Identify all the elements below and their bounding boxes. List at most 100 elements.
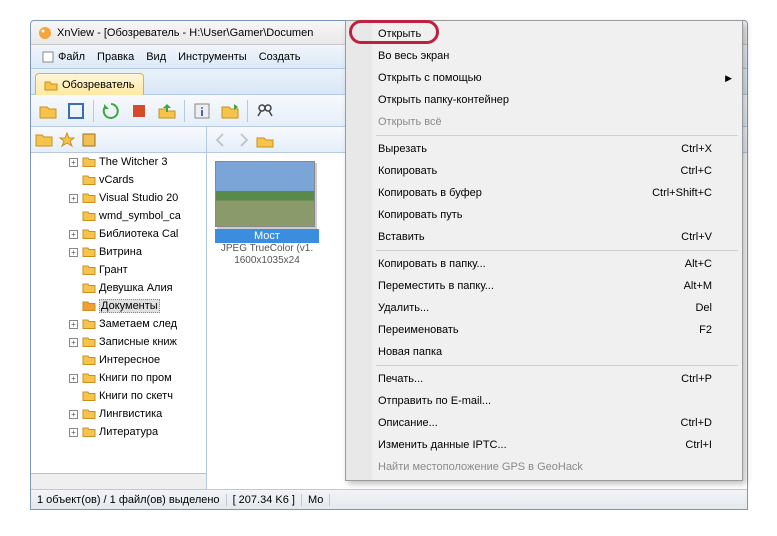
menu-item[interactable]: Отправить по E-mail... bbox=[348, 390, 740, 412]
tree-item-label: Записные книж bbox=[99, 336, 177, 348]
tree-hscroll[interactable] bbox=[31, 473, 206, 489]
menu-item: Открыть всё bbox=[348, 111, 740, 133]
menu-shortcut: Ctrl+I bbox=[685, 439, 712, 451]
tree-item-label: Книги по скетч bbox=[99, 390, 173, 402]
menu-item-label: Открыть всё bbox=[378, 116, 442, 128]
tb-stop[interactable] bbox=[126, 98, 152, 124]
menu-item-label: Копировать в папку... bbox=[378, 258, 486, 270]
tree-item[interactable]: + Лингвистика bbox=[69, 405, 206, 423]
menu-item[interactable]: Открыть с помощью▶ bbox=[348, 67, 740, 89]
tree-item[interactable]: Книги по скетч bbox=[69, 387, 206, 405]
tb-open2[interactable] bbox=[217, 98, 243, 124]
tb-open[interactable] bbox=[35, 98, 61, 124]
menu-item-label: Новая папка bbox=[378, 346, 442, 358]
folder-icon bbox=[44, 78, 58, 92]
tree-item[interactable]: +The Witcher 3 bbox=[69, 153, 206, 171]
tb2-cat-icon[interactable] bbox=[81, 132, 97, 148]
expand-icon[interactable]: + bbox=[69, 410, 78, 419]
tree-item[interactable]: vCards bbox=[69, 171, 206, 189]
expand-icon[interactable]: + bbox=[69, 158, 78, 167]
expand-icon[interactable]: + bbox=[69, 194, 78, 203]
expand-icon[interactable]: + bbox=[69, 338, 78, 347]
tree-item-label: Visual Studio 20 bbox=[99, 192, 178, 204]
context-menu: ОткрытьВо весь экранОткрыть с помощью▶От… bbox=[345, 20, 743, 481]
status-seg1: 1 объект(ов) / 1 файл(ов) выделено bbox=[31, 494, 227, 506]
menu-item[interactable]: Изменить данные IPTC...Ctrl+I bbox=[348, 434, 740, 456]
folder-icon bbox=[82, 390, 96, 402]
expand-icon[interactable]: + bbox=[69, 248, 78, 257]
expand-icon[interactable]: + bbox=[69, 428, 78, 437]
folder-icon bbox=[82, 426, 96, 438]
tree-item-label: Грант bbox=[99, 264, 128, 276]
tree-item[interactable]: +Заметаем след bbox=[69, 315, 206, 333]
tree-item-label: wmd_symbol_ca bbox=[99, 210, 181, 222]
menu-item-label: Печать... bbox=[378, 373, 423, 385]
tree-item[interactable]: + Записные книж bbox=[69, 333, 206, 351]
menu-item[interactable]: Открыть bbox=[348, 23, 740, 45]
menu-item[interactable]: Во весь экран bbox=[348, 45, 740, 67]
tree-item[interactable]: + Visual Studio 20 bbox=[69, 189, 206, 207]
tree-item[interactable]: Грант bbox=[69, 261, 206, 279]
tb-fullscreen[interactable] bbox=[63, 98, 89, 124]
thumbnail-meta1: JPEG TrueColor (v1. bbox=[215, 243, 319, 255]
tree-item[interactable]: +Библиотека Cal bbox=[69, 225, 206, 243]
tree-item[interactable]: + Литература bbox=[69, 423, 206, 441]
tab-browser[interactable]: Обозреватель bbox=[35, 73, 144, 95]
menu-edit[interactable]: Правка bbox=[91, 49, 140, 65]
tb-info[interactable] bbox=[189, 98, 215, 124]
tree-item[interactable]: Девушка Алия bbox=[69, 279, 206, 297]
expand-icon[interactable]: + bbox=[69, 374, 78, 383]
menu-item[interactable]: Копировать в папку... Alt+C bbox=[348, 253, 740, 275]
folder-tree[interactable]: +The Witcher 3vCards + Visual Studio 20 wmd… bbox=[31, 153, 207, 489]
menu-shortcut: Del bbox=[695, 302, 712, 314]
nav-fwd[interactable] bbox=[233, 130, 253, 150]
menu-item[interactable]: Копировать в буферCtrl+Shift+C bbox=[348, 182, 740, 204]
tree-item[interactable]: Документы bbox=[69, 297, 206, 315]
menu-item[interactable]: Переместить в папку...Alt+M bbox=[348, 275, 740, 297]
folder-icon bbox=[82, 192, 96, 204]
thumbnail-meta2: 1600x1035x24 bbox=[215, 255, 319, 267]
tree-item[interactable]: wmd_symbol_ca bbox=[69, 207, 206, 225]
tree-item-label: Книги по пром bbox=[99, 372, 172, 384]
expand-icon[interactable]: + bbox=[69, 320, 78, 329]
menu-item-label: Описание... bbox=[378, 417, 438, 429]
tree-item[interactable]: + Витрина bbox=[69, 243, 206, 261]
menu-file[interactable]: Файл bbox=[35, 48, 91, 66]
menu-item[interactable]: Удалить...Del bbox=[348, 297, 740, 319]
menu-item-label: Копировать путь bbox=[378, 209, 463, 221]
tb-refresh[interactable] bbox=[98, 98, 124, 124]
menu-item[interactable]: ПереименоватьF2 bbox=[348, 319, 740, 341]
folder-icon bbox=[82, 282, 96, 294]
tb2-fav-icon[interactable] bbox=[59, 132, 75, 148]
menu-item-label: Открыть bbox=[378, 28, 421, 40]
tb-search[interactable] bbox=[252, 98, 278, 124]
thumbnail-item[interactable]: Мост JPEG TrueColor (v1. 1600x1035x24 bbox=[215, 161, 319, 267]
menu-item[interactable]: Печать...Ctrl+P bbox=[348, 368, 740, 390]
tree-item[interactable]: + Книги по пром bbox=[69, 369, 206, 387]
menu-view[interactable]: Вид bbox=[140, 49, 172, 65]
menu-separator bbox=[376, 135, 738, 136]
menu-create[interactable]: Создать bbox=[253, 49, 307, 65]
menu-item[interactable]: Открыть папку-контейнер bbox=[348, 89, 740, 111]
menu-item[interactable]: ВставитьCtrl+V bbox=[348, 226, 740, 248]
tree-item-label: Документы bbox=[99, 299, 160, 313]
menu-item-label: Копировать bbox=[378, 165, 437, 177]
tb-up[interactable] bbox=[154, 98, 180, 124]
nav-back[interactable] bbox=[211, 130, 231, 150]
tree-item[interactable]: Интересное bbox=[69, 351, 206, 369]
menu-item[interactable]: ВырезатьCtrl+X bbox=[348, 138, 740, 160]
tree-item-label: Лингвистика bbox=[99, 408, 162, 420]
expand-icon[interactable]: + bbox=[69, 230, 78, 239]
tree-item-label: Литература bbox=[99, 426, 158, 438]
nav-up[interactable] bbox=[255, 130, 275, 150]
menu-shortcut: Alt+C bbox=[685, 258, 712, 270]
menu-item[interactable]: Копировать путь bbox=[348, 204, 740, 226]
tb2-folder-icon[interactable] bbox=[35, 132, 53, 148]
menu-item-label: Вырезать bbox=[378, 143, 427, 155]
thumbnail-name: Мост bbox=[215, 229, 319, 243]
menu-item[interactable]: Описание...Ctrl+D bbox=[348, 412, 740, 434]
tree-item-label: Витрина bbox=[99, 246, 142, 258]
menu-item[interactable]: Новая папка bbox=[348, 341, 740, 363]
menu-item[interactable]: КопироватьCtrl+C bbox=[348, 160, 740, 182]
menu-tools[interactable]: Инструменты bbox=[172, 49, 253, 65]
